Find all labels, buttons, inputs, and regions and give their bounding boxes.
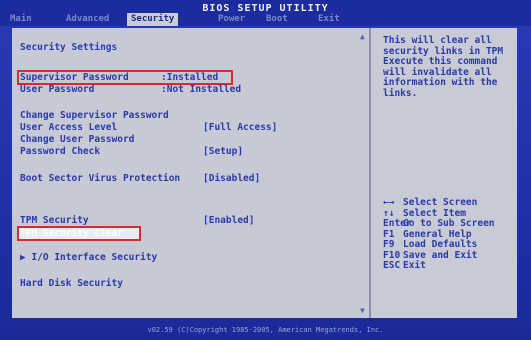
supervisor-password-label: Supervisor Password bbox=[20, 72, 129, 83]
key-desc: General Help bbox=[403, 228, 472, 240]
hard-disk-security[interactable]: Hard Disk Security bbox=[20, 278, 123, 289]
copyright-footer: v02.59 (C)Copyright 1985-2005, American … bbox=[147, 326, 384, 334]
menu-exit[interactable]: Exit bbox=[314, 13, 344, 26]
menu-power[interactable]: Power bbox=[214, 13, 249, 26]
menu-bar: Main Advanced Security Power Boot Exit bbox=[0, 13, 531, 26]
menu-main[interactable]: Main bbox=[6, 13, 36, 26]
key-f9: F9 bbox=[383, 239, 395, 250]
password-check-value[interactable]: [Setup] bbox=[203, 146, 243, 157]
settings-panel: Security Settings Supervisor Password :I… bbox=[12, 28, 371, 318]
key-row: ESC Exit bbox=[383, 260, 495, 272]
tpm-security-label[interactable]: TPM Security bbox=[20, 215, 89, 226]
key-desc: Go to Sub Screen bbox=[403, 218, 495, 229]
key-desc: Exit bbox=[403, 260, 426, 271]
scroll-up-icon[interactable]: ▲ bbox=[360, 32, 365, 41]
menu-advanced[interactable]: Advanced bbox=[62, 13, 113, 26]
key-legend: ←→ Select Screen ↑↓ Select Item EnterGo to… bbox=[383, 197, 495, 272]
key-esc: ESC bbox=[383, 260, 401, 271]
section-title: Security Settings bbox=[20, 42, 118, 53]
header-bar: BIOS SETUP UTILITY Main Advanced Securit… bbox=[0, 0, 531, 26]
supervisor-password-value: :Installed bbox=[161, 72, 219, 83]
key-enter: Enter bbox=[383, 218, 412, 229]
io-interface-security[interactable]: ▶ I/O Interface Security bbox=[20, 252, 157, 263]
arrows-lr-icon: ←→ bbox=[383, 197, 395, 208]
change-supervisor-password[interactable]: Change Supervisor Password bbox=[20, 110, 169, 121]
user-password-value: :Not Installed bbox=[161, 84, 242, 95]
bios-screen: BIOS SETUP UTILITY Main Advanced Securit… bbox=[0, 0, 531, 340]
tpm-security-clear[interactable]: TPM Security Clear bbox=[20, 228, 123, 239]
help-text: This will clear all security links in TP… bbox=[383, 35, 504, 99]
help-panel: This will clear all security links in TP… bbox=[371, 28, 517, 318]
boot-virus-label[interactable]: Boot Sector Virus Protection bbox=[20, 173, 180, 184]
key-desc: Select Screen bbox=[403, 197, 478, 208]
key-desc: Select Item bbox=[403, 207, 466, 219]
key-desc: Load Defaults bbox=[403, 239, 478, 250]
menu-security[interactable]: Security bbox=[127, 13, 179, 26]
boot-virus-value[interactable]: [Disabled] bbox=[203, 173, 260, 184]
tpm-security-value[interactable]: [Enabled] bbox=[203, 215, 254, 226]
password-check-label[interactable]: Password Check bbox=[20, 146, 100, 157]
key-desc: Save and Exit bbox=[403, 249, 478, 261]
user-access-value[interactable]: [Full Access] bbox=[203, 122, 277, 133]
user-access-label[interactable]: User Access Level bbox=[20, 122, 117, 133]
user-password-label: User Password bbox=[20, 84, 95, 95]
menu-boot[interactable]: Boot bbox=[262, 13, 292, 26]
change-user-password[interactable]: Change User Password bbox=[20, 134, 134, 145]
scroll-down-icon[interactable]: ▼ bbox=[360, 306, 365, 315]
